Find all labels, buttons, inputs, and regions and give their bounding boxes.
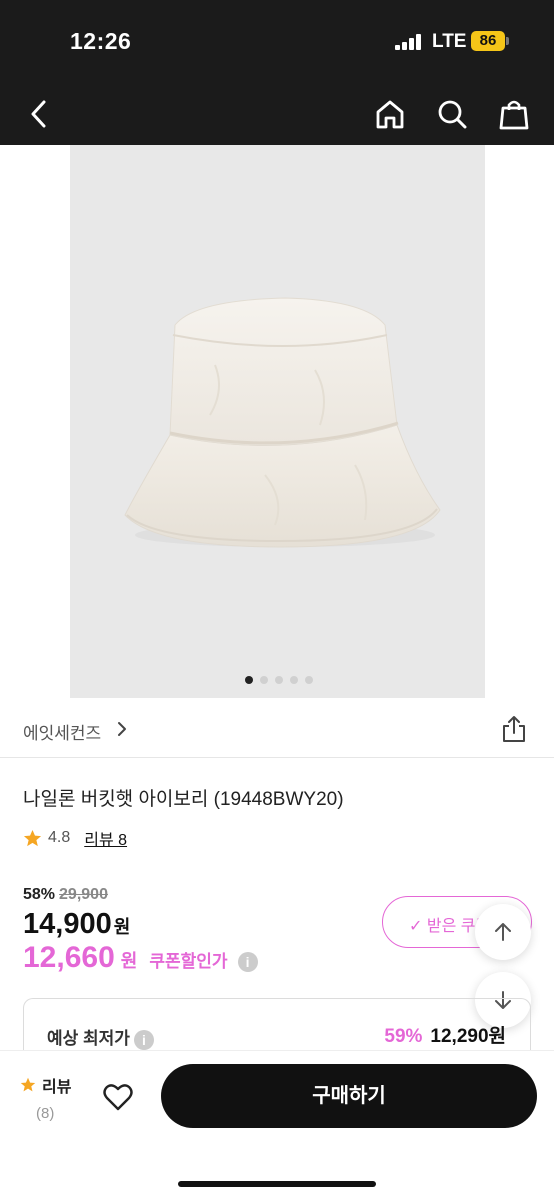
star-icon xyxy=(20,1077,36,1092)
carousel-dot[interactable] xyxy=(245,676,253,684)
top-bar: 12:26 LTE 86 xyxy=(0,0,554,145)
carousel-dot[interactable] xyxy=(290,676,298,684)
divider xyxy=(0,757,554,758)
info-icon[interactable]: i xyxy=(133,1029,154,1050)
scroll-top-button[interactable] xyxy=(475,904,531,960)
carousel-dot[interactable] xyxy=(305,676,313,684)
star-icon xyxy=(23,829,42,846)
discount-row: 58% 29,900 xyxy=(23,886,108,904)
lowest-price: 12,290원 xyxy=(430,1026,506,1047)
coupon-price-row: 12,660 원 쿠폰할인가 i xyxy=(23,941,258,975)
rating-score: 4.8 xyxy=(48,829,71,846)
rating-row: 4.8 리뷰 8 xyxy=(23,826,127,850)
review-summary-title: 리뷰 xyxy=(42,1079,72,1096)
battery-icon: 86 xyxy=(471,31,505,51)
bucket-hat-image xyxy=(124,297,441,548)
lowest-discount-percent: 59% xyxy=(384,1026,423,1047)
sale-price-currency: 원 xyxy=(113,917,131,937)
original-price: 29,900 xyxy=(59,886,108,903)
bottom-action-bar: 리뷰 (8) 구매하기 xyxy=(0,1050,554,1200)
brand-link[interactable]: 에잇세컨즈 xyxy=(23,719,101,744)
home-icon[interactable] xyxy=(372,96,408,132)
carousel-indicator[interactable] xyxy=(245,676,313,684)
coupon-price-currency: 원 xyxy=(120,951,138,971)
buy-button[interactable]: 구매하기 xyxy=(161,1064,537,1128)
product-title: 나일론 버킷햇 아이보리 (19448BWY20) xyxy=(23,789,344,810)
heart-icon[interactable] xyxy=(103,1083,133,1111)
shopping-bag-icon[interactable] xyxy=(496,96,532,132)
share-icon[interactable] xyxy=(500,714,528,744)
back-icon[interactable] xyxy=(22,96,58,132)
signal-icon xyxy=(395,34,423,50)
battery-tip xyxy=(506,37,509,45)
info-icon[interactable]: i xyxy=(237,952,258,972)
carousel-dot[interactable] xyxy=(260,676,268,684)
sale-price-row: 14,900 원 xyxy=(23,908,130,941)
network-label: LTE xyxy=(432,31,467,52)
arrow-up-icon xyxy=(495,923,511,941)
coupon-label: 쿠폰할인가 xyxy=(149,952,228,971)
chevron-right-icon[interactable] xyxy=(115,719,129,739)
review-summary-button[interactable]: 리뷰 (8) xyxy=(20,1073,71,1122)
product-image[interactable] xyxy=(70,145,485,698)
coupon-price: 12,660 xyxy=(23,941,115,974)
discount-percent: 58% xyxy=(23,886,56,903)
search-icon[interactable] xyxy=(434,96,470,132)
review-count-link[interactable]: 리뷰 8 xyxy=(84,826,127,850)
sale-price: 14,900 xyxy=(23,908,112,940)
status-time: 12:26 xyxy=(70,28,132,54)
lowest-price-label: 예상 최저가 i xyxy=(47,1024,154,1050)
home-indicator xyxy=(178,1181,376,1187)
carousel-dot[interactable] xyxy=(275,676,283,684)
review-summary-count: (8) xyxy=(36,1105,55,1122)
